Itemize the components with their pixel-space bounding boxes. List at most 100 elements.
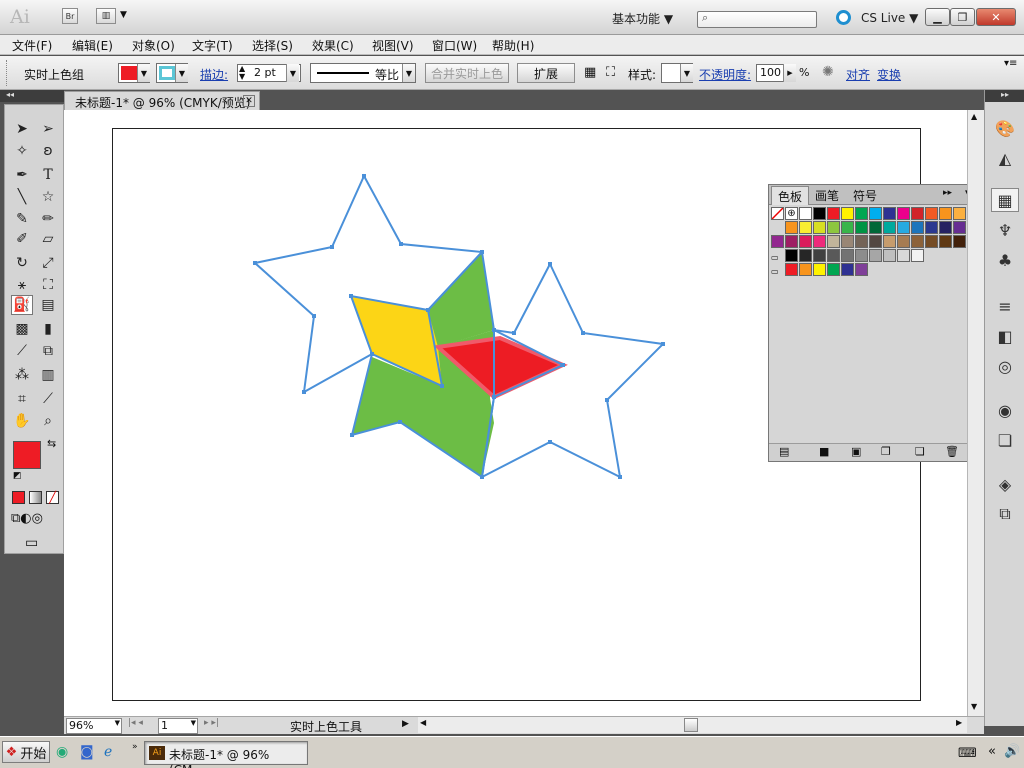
color-swatch[interactable]	[799, 235, 812, 248]
collapse-dock-icon[interactable]: ▸▸	[985, 90, 1024, 102]
lasso-tool-icon[interactable]: ʚ	[37, 141, 59, 161]
color-swatch[interactable]	[897, 235, 910, 248]
color-swatch[interactable]	[911, 207, 924, 220]
color-swatch[interactable]	[855, 207, 868, 220]
color-swatch[interactable]	[799, 263, 812, 276]
direct-selection-tool-icon[interactable]: ➢	[37, 119, 59, 139]
color-swatch[interactable]	[939, 221, 952, 234]
line-tool-icon[interactable]: ╲	[11, 187, 33, 207]
color-swatch[interactable]	[841, 249, 854, 262]
volume-tray-icon[interactable]: 🔊	[1004, 744, 1020, 759]
swatch-options-icon[interactable]: ▣	[851, 445, 861, 458]
color-swatch[interactable]	[897, 221, 910, 234]
column-graph-tool-icon[interactable]: ▥	[37, 365, 59, 385]
color-swatch[interactable]	[813, 263, 826, 276]
eraser-tool-icon[interactable]: ▱	[37, 229, 59, 249]
color-swatch[interactable]	[869, 235, 882, 248]
type-tool-icon[interactable]: T	[37, 165, 59, 185]
default-colors-icon[interactable]: ◩	[13, 471, 22, 481]
color-swatch[interactable]	[799, 249, 812, 262]
taskbar-illustrator-item[interactable]: Ai 未标题-1* @ 96% (CM...	[144, 741, 308, 768]
color-swatch[interactable]	[883, 207, 896, 220]
color-swatch[interactable]	[911, 235, 924, 248]
color-swatch[interactable]	[785, 249, 798, 262]
color-swatch[interactable]	[855, 235, 868, 248]
color-swatch[interactable]	[785, 221, 798, 234]
swatch-libraries-icon[interactable]: ▤	[779, 445, 789, 458]
color-swatch[interactable]	[785, 235, 798, 248]
stroke-panel-icon[interactable]: ≡	[991, 294, 1019, 318]
draw-mode-icons[interactable]: ⧉◐◎	[11, 511, 43, 526]
color-swatch[interactable]	[827, 207, 840, 220]
delete-swatch-icon[interactable]: 🗑	[945, 445, 959, 458]
scroll-down-icon[interactable]: ▼	[971, 702, 977, 711]
zoom-tool-icon[interactable]: ⌕	[37, 411, 59, 431]
color-swatch[interactable]	[953, 235, 966, 248]
symbol-sprayer-tool-icon[interactable]: ⁂	[11, 365, 33, 385]
hand-tool-icon[interactable]: ✋	[11, 411, 33, 431]
color-swatch[interactable]	[939, 235, 952, 248]
zoom-select[interactable]: 96% ▼	[66, 718, 122, 734]
color-swatch[interactable]	[911, 221, 924, 234]
width-tool-icon[interactable]: ⚹	[11, 275, 33, 295]
tray-expand-icon[interactable]: «	[988, 744, 996, 759]
gradient-tool-icon[interactable]: ▮	[37, 319, 59, 339]
color-swatch[interactable]	[827, 249, 840, 262]
panel-collapse-icon[interactable]: ▸▸	[943, 188, 952, 198]
rotate-tool-icon[interactable]: ↻	[11, 253, 33, 273]
blob-brush-tool-icon[interactable]: ✐	[11, 229, 33, 249]
pencil-tool-icon[interactable]: ✏	[37, 209, 59, 229]
color-swatch[interactable]	[897, 249, 910, 262]
star-tool-icon[interactable]: ☆	[37, 187, 59, 207]
slice-tool-icon[interactable]: ⟋	[37, 389, 59, 409]
color-swatch[interactable]	[841, 235, 854, 248]
appearance-panel-icon[interactable]: ◉	[991, 398, 1019, 422]
color-swatch[interactable]	[827, 235, 840, 248]
scroll-right-icon[interactable]: ▶	[956, 718, 962, 727]
color-swatch[interactable]	[813, 235, 826, 248]
scroll-up-icon[interactable]: ▲	[971, 112, 977, 121]
color-swatch[interactable]	[771, 235, 784, 248]
last-page-icon[interactable]: ▸ ▸|	[204, 718, 219, 728]
color-swatch[interactable]	[911, 249, 924, 262]
color-swatch[interactable]	[827, 263, 840, 276]
blend-tool-icon[interactable]: ⧉	[37, 341, 59, 361]
swap-colors-icon[interactable]: ⇆	[47, 437, 56, 450]
gradient-panel-icon[interactable]: ◧	[991, 324, 1019, 348]
color-swatch[interactable]	[953, 221, 966, 234]
color-swatch[interactable]	[925, 221, 938, 234]
color-swatch[interactable]	[785, 263, 798, 276]
artboard-tool-icon[interactable]: ⌗	[11, 389, 33, 409]
keyboard-tray-icon[interactable]: ⌨	[958, 746, 977, 761]
layers-panel-icon[interactable]: ◈	[991, 472, 1019, 496]
new-color-group-icon[interactable]: ❐	[881, 445, 891, 458]
paintbrush-tool-icon[interactable]: ✎	[11, 209, 33, 229]
registration-swatch[interactable]: ⊕	[785, 207, 798, 220]
tab-symbols[interactable]: 符号	[847, 186, 883, 205]
color-swatch[interactable]	[883, 249, 896, 262]
color-swatch[interactable]	[883, 235, 896, 248]
ie-icon[interactable]: ℯ	[104, 744, 112, 760]
color-swatch[interactable]	[855, 249, 868, 262]
color-swatch[interactable]	[953, 207, 966, 220]
color-swatch[interactable]	[799, 207, 812, 220]
color-swatch[interactable]	[799, 221, 812, 234]
color-swatch[interactable]	[855, 263, 868, 276]
start-button[interactable]: ❖ 开始	[2, 741, 50, 763]
color-swatch[interactable]	[939, 207, 952, 220]
gradient-mode-icon[interactable]	[29, 491, 42, 504]
color-swatch[interactable]	[841, 263, 854, 276]
color-swatch[interactable]	[925, 207, 938, 220]
swatches-panel-icon[interactable]: ▦	[991, 188, 1019, 212]
live-paint-bucket-tool-icon[interactable]: ⛽	[11, 295, 33, 315]
screen-mode-icon[interactable]: ▭	[25, 535, 38, 551]
fill-color-swatch[interactable]	[13, 441, 41, 469]
tab-brushes[interactable]: 画笔	[809, 186, 845, 205]
graphic-styles-icon[interactable]: ❏	[991, 428, 1019, 452]
color-panel-icon[interactable]: 🎨	[991, 116, 1019, 140]
color-swatch[interactable]	[925, 235, 938, 248]
magic-wand-tool-icon[interactable]: ✧	[11, 141, 33, 161]
new-swatch-icon[interactable]: ❏	[915, 445, 925, 458]
artboards-panel-icon[interactable]: ⧉	[991, 502, 1019, 526]
chrome-icon[interactable]: ◉	[56, 744, 68, 760]
